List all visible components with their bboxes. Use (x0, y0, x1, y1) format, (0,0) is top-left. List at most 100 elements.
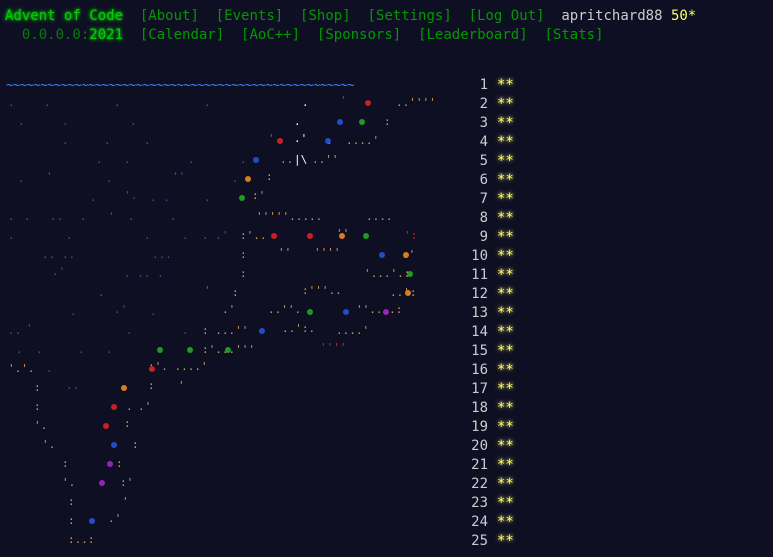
svg-text:': ' (26, 322, 33, 335)
day-link-12[interactable]: 12 ** (461, 285, 531, 304)
day-stars: ** (497, 286, 514, 302)
calendar: ~~~~~~~~~~~~~~~~~~~~~~~~~~~~~~~~~~~~~~~~… (6, 76, 526, 556)
day-link-21[interactable]: 21 ** (461, 456, 531, 475)
svg-text:.: . (18, 115, 25, 128)
nav-settings-link[interactable]: [Settings] (367, 8, 451, 24)
svg-text:': ' (46, 170, 53, 183)
day-list: 1 ** 2 ** 3 ** 4 ** 5 ** 6 ** 7 ** 8 ** 9 ** 10 **… (461, 76, 531, 551)
day-stars: ** (497, 248, 514, 264)
svg-text:.: . (240, 153, 247, 166)
day-stars: ** (497, 77, 514, 93)
svg-text:. .': . .' (202, 229, 229, 242)
day-number: 4 (479, 134, 488, 150)
svg-text:.: . (16, 343, 23, 356)
nav-about-link[interactable]: [About] (140, 8, 199, 24)
day-link-2[interactable]: 2 ** (461, 95, 531, 114)
svg-text:.: . (78, 343, 85, 356)
svg-text:...: ... (152, 248, 172, 261)
day-number: 17 (471, 381, 488, 397)
day-link-6[interactable]: 6 ** (461, 171, 531, 190)
day-link-16[interactable]: 16 ** (461, 361, 531, 380)
day-link-15[interactable]: 15 ** (461, 342, 531, 361)
day-link-17[interactable]: 17 ** (461, 380, 531, 399)
nav-events-link[interactable]: [Events] (216, 8, 283, 24)
nav-aocpp-link[interactable]: [AoC++] (241, 27, 300, 43)
svg-text:': ' (178, 379, 185, 392)
day-number: 16 (471, 362, 488, 378)
day-number: 19 (471, 419, 488, 435)
day-link-25[interactable]: 25 ** (461, 532, 531, 551)
day-link-19[interactable]: 19 ** (461, 418, 531, 437)
day-link-4[interactable]: 4 ** (461, 133, 531, 152)
svg-text::: : (240, 267, 247, 280)
day-link-18[interactable]: 18 ** (461, 399, 531, 418)
day-stars: ** (497, 172, 514, 188)
svg-text:.: . (126, 400, 133, 413)
day-link-13[interactable]: 13 ** (461, 304, 531, 323)
nav-sponsors-link[interactable]: [Sponsors] (317, 27, 401, 43)
svg-text::'..: :'.. (240, 229, 267, 242)
day-link-8[interactable]: 8 ** (461, 209, 531, 228)
day-stars: ** (497, 362, 514, 378)
svg-text:.: . (114, 96, 121, 109)
svg-text:. .. .: . .. . (124, 267, 164, 280)
day-number: 24 (471, 514, 488, 530)
svg-text:.': .' (114, 303, 127, 316)
day-link-20[interactable]: 20 ** (461, 437, 531, 456)
day-number: 18 (471, 400, 488, 416)
day-stars: ** (497, 229, 514, 245)
day-stars: ** (497, 267, 514, 283)
day-link-5[interactable]: 5 ** (461, 152, 531, 171)
year-link[interactable]: 2021 (89, 27, 123, 43)
svg-text:.: . (130, 115, 137, 128)
day-number: 11 (471, 267, 488, 283)
svg-text:.': .' (52, 265, 65, 278)
day-link-3[interactable]: 3 ** (461, 114, 531, 133)
day-stars: ** (497, 400, 514, 416)
day-link-23[interactable]: 23 ** (461, 494, 531, 513)
day-number: 3 (479, 115, 488, 131)
svg-text:.: . (302, 96, 309, 109)
svg-text:.: . (294, 115, 301, 128)
svg-text:: ...'': : ...'' (202, 324, 248, 337)
day-number: 10 (471, 248, 488, 264)
main-nav: [About] [Events] [Shop] [Settings] [Log … (123, 8, 545, 24)
site-title-link[interactable]: Advent of Code (5, 8, 123, 24)
svg-text:''....:: ''....: (356, 303, 402, 316)
day-link-11[interactable]: 11 ** (461, 266, 531, 285)
day-link-1[interactable]: 1 ** (461, 76, 531, 95)
day-stars: ** (497, 153, 514, 169)
nav-logout-link[interactable]: [Log Out] (469, 8, 545, 24)
day-link-24[interactable]: 24 ** (461, 513, 531, 532)
svg-text::: : (62, 457, 69, 470)
nav-leaderboard-link[interactable]: [Leaderboard] (418, 27, 528, 43)
nav-calendar-link[interactable]: [Calendar] (140, 27, 224, 43)
day-number: 1 (479, 77, 488, 93)
svg-text::: : (68, 514, 75, 527)
day-link-10[interactable]: 10 ** (461, 247, 531, 266)
svg-text:.': .' (138, 400, 151, 413)
svg-text::: : (34, 381, 41, 394)
day-link-22[interactable]: 22 ** (461, 475, 531, 494)
svg-text::'. ....': :'. ....' (148, 360, 208, 373)
nav-shop-link[interactable]: [Shop] (300, 8, 351, 24)
nav-stats-link[interactable]: [Stats] (545, 27, 604, 43)
svg-text:....': ....' (346, 134, 379, 147)
svg-text:.: . (188, 153, 195, 166)
svg-text:.: . (98, 286, 105, 299)
svg-text:'''': '''' (314, 246, 341, 259)
svg-text:'.: '. (62, 476, 75, 489)
username: apritchard88 (561, 8, 663, 24)
svg-text::: : (68, 495, 75, 508)
svg-text:.: . (62, 115, 69, 128)
svg-text:..: .. (8, 324, 21, 337)
day-number: 25 (471, 533, 488, 549)
svg-text:'''': '''' (320, 341, 347, 354)
day-link-14[interactable]: 14 ** (461, 323, 531, 342)
day-link-7[interactable]: 7 ** (461, 190, 531, 209)
event-nav: [Calendar] [AoC++] [Sponsors] [Leaderboa… (123, 27, 604, 43)
day-stars: ** (497, 115, 514, 131)
day-link-9[interactable]: 9 ** (461, 228, 531, 247)
svg-text:'.'.: '.'. (8, 362, 35, 375)
day-stars: ** (497, 457, 514, 473)
